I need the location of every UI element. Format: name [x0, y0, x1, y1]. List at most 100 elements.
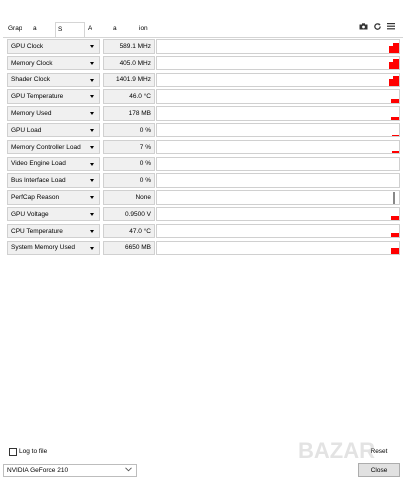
dropdown-arrow-icon	[90, 95, 94, 99]
dropdown-arrow-icon	[90, 196, 94, 200]
sensor-row: Shader Clock 1401.9 MHz	[7, 72, 400, 89]
dropdown-arrow-icon	[90, 112, 94, 116]
sensor-graph	[156, 106, 400, 121]
sensor-row: Memory Used 178 MB	[7, 105, 400, 122]
sensor-value: 7 %	[103, 139, 155, 155]
sensor-value: 405.0 MHz	[103, 55, 155, 71]
sensor-name-label: GPU Clock	[11, 42, 44, 50]
sensor-row: CPU Temperature 47.0 °C	[7, 223, 400, 240]
sensor-name-label: GPU Temperature	[11, 93, 64, 101]
graph-bar	[391, 232, 399, 238]
graph-bar	[391, 99, 399, 103]
dropdown-arrow-icon	[90, 61, 94, 65]
sensor-value: 6650 MB	[103, 240, 155, 256]
dropdown-arrow-icon	[90, 212, 94, 216]
sensor-graph	[156, 190, 400, 205]
sensor-row: System Memory Used 6650 MB	[7, 240, 400, 257]
menu-icon[interactable]	[386, 21, 396, 31]
dropdown-arrow-icon	[90, 145, 94, 149]
sensor-row: GPU Voltage 0.9500 V	[7, 206, 400, 223]
sensor-value: None	[103, 190, 155, 205]
tab-graphics-card[interactable]: Grap	[8, 25, 22, 32]
sensor-graph	[156, 156, 400, 172]
sensor-name-dropdown[interactable]: Memory Controller Load	[7, 139, 100, 155]
tab-partial[interactable]: a	[33, 25, 37, 32]
dropdown-arrow-icon	[90, 229, 94, 233]
sensor-graph	[156, 223, 400, 239]
sensor-name-dropdown[interactable]: GPU Load	[7, 122, 100, 138]
sensor-value: 0 %	[103, 156, 155, 172]
graph-bar	[393, 42, 399, 53]
dropdown-arrow-icon	[90, 162, 94, 166]
sensor-name-dropdown[interactable]: GPU Temperature	[7, 89, 100, 104]
sensor-name-label: Memory Clock	[11, 59, 53, 67]
dropdown-arrow-icon	[90, 45, 94, 48]
sensor-graph	[156, 72, 400, 88]
sensor-name-label: Video Engine Load	[11, 160, 66, 168]
graph-bar	[393, 58, 399, 70]
log-to-file-label: Log to file	[19, 448, 48, 455]
tab-advanced[interactable]: A	[88, 25, 92, 32]
sensor-name-label: GPU Voltage	[11, 210, 49, 218]
sensor-name-dropdown[interactable]: System Memory Used	[7, 240, 100, 256]
sensor-name-dropdown[interactable]: CPU Temperature	[7, 223, 100, 239]
svg-text:BAZAR: BAZAR	[298, 438, 375, 463]
sensor-name-dropdown[interactable]: GPU Voltage	[7, 206, 100, 222]
sensor-row: Video Engine Load 0 %	[7, 156, 400, 173]
sensor-name-label: Memory Controller Load	[11, 143, 81, 151]
sensor-value: 0 %	[103, 173, 155, 188]
sensor-value: 47.0 °C	[103, 223, 155, 239]
gpuz-window: Grap a S A a ion GPU Clock 589.1 MHz Memor…	[0, 0, 406, 480]
sensor-value: 1401.9 MHz	[103, 72, 155, 88]
sensor-graph	[156, 206, 400, 222]
sensor-row: GPU Load 0 %	[7, 122, 400, 139]
tab-sensors[interactable]: S	[55, 22, 85, 38]
sensor-value: 589.1 MHz	[103, 39, 155, 54]
dropdown-arrow-icon	[90, 128, 94, 132]
graph-bar	[391, 216, 399, 221]
sensor-row: GPU Temperature 46.0 °C	[7, 88, 400, 105]
sensor-name-label: Shader Clock	[11, 76, 51, 84]
sensor-row: PerfCap Reason None	[7, 189, 400, 206]
tab-bar: Grap a S A a ion	[0, 22, 406, 38]
sensor-row: GPU Clock 589.1 MHz	[7, 38, 400, 55]
gpu-select-value: NVIDIA GeForce 210	[7, 467, 69, 474]
graph-bar	[391, 117, 399, 120]
sensor-row: Bus Interface Load 0 %	[7, 172, 400, 189]
sensor-name-label: CPU Temperature	[11, 227, 63, 235]
sensor-graph	[156, 89, 400, 104]
sensor-name-dropdown[interactable]: Memory Clock	[7, 55, 100, 71]
graph-bar	[393, 75, 399, 87]
sensor-graph	[156, 39, 400, 54]
sensor-name-label: System Memory Used	[11, 244, 75, 252]
sensor-name-label: PerfCap Reason	[11, 193, 60, 201]
graph-bar	[392, 151, 399, 154]
camera-icon[interactable]	[358, 21, 368, 31]
sensor-value: 0.9500 V	[103, 206, 155, 222]
dropdown-arrow-icon	[90, 78, 94, 82]
sensor-name-dropdown[interactable]: Shader Clock	[7, 72, 100, 88]
chevron-down-icon	[125, 467, 132, 474]
tab-partial-2[interactable]: a	[113, 25, 117, 32]
sensor-row: Memory Controller Load 7 %	[7, 139, 400, 156]
sensor-name-label: Bus Interface Load	[11, 177, 66, 185]
sensor-name-dropdown[interactable]: Video Engine Load	[7, 156, 100, 172]
tab-validation[interactable]: ion	[139, 25, 148, 32]
sensor-name-dropdown[interactable]: Memory Used	[7, 106, 100, 121]
log-to-file-checkbox[interactable]	[9, 448, 17, 456]
sensor-graph	[156, 240, 400, 256]
sensor-name-dropdown[interactable]: GPU Clock	[7, 39, 100, 54]
sensor-row: Memory Clock 405.0 MHz	[7, 55, 400, 72]
graph-bar	[392, 135, 399, 137]
sensor-value: 178 MB	[103, 106, 155, 121]
watermark-logo: BAZAR	[296, 430, 402, 468]
sensor-name-dropdown[interactable]: Bus Interface Load	[7, 173, 100, 188]
titlebar	[0, 0, 406, 14]
sensor-name-label: GPU Load	[11, 126, 42, 134]
sensor-graph	[156, 122, 400, 138]
refresh-icon[interactable]	[372, 21, 382, 31]
sensor-graph	[156, 173, 400, 188]
dropdown-arrow-icon	[90, 246, 94, 250]
sensor-name-dropdown[interactable]: PerfCap Reason	[7, 190, 100, 205]
gpu-select[interactable]: NVIDIA GeForce 210	[3, 464, 137, 477]
